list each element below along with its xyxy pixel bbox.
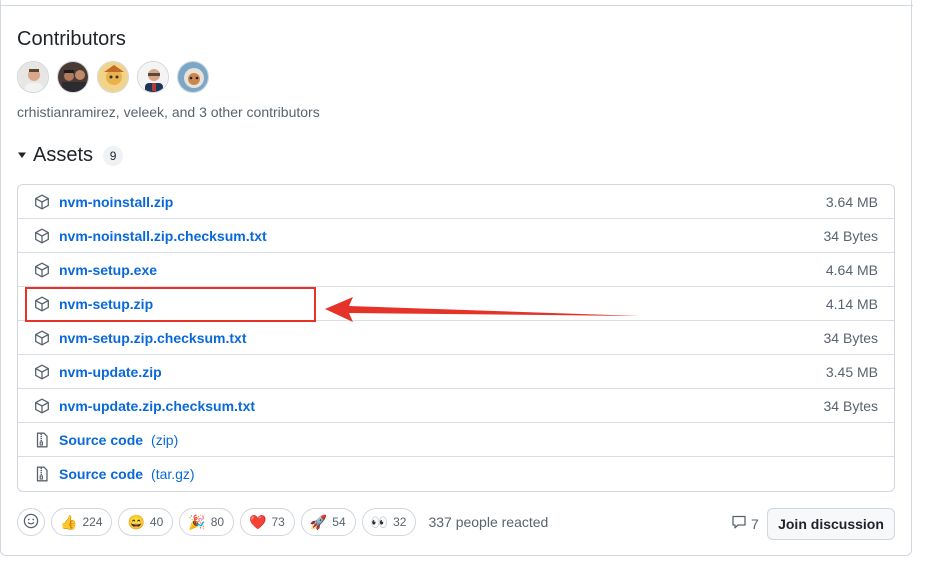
asset-row: nvm-setup.exe 4.64 MB: [18, 253, 894, 287]
avatar[interactable]: [97, 61, 129, 93]
package-icon: [34, 228, 50, 244]
divider: [1, 5, 913, 6]
reaction-count: 73: [271, 515, 285, 529]
reactions-bar: 👍 224 😄 40 🎉 80 ❤️ 73 🚀 54 👀 32 337 peop…: [17, 508, 548, 536]
highlight-annotation-box: [25, 287, 316, 322]
asset-link[interactable]: nvm-update.zip.checksum.txt: [59, 398, 255, 414]
reaction-button[interactable]: 🚀 54: [300, 508, 356, 536]
file-zip-icon: [34, 466, 50, 482]
smiley-icon: [23, 513, 39, 532]
join-discussion-button[interactable]: Join discussion: [767, 508, 895, 540]
asset-size: 3.64 MB: [825, 193, 878, 210]
contributor-avatars: [17, 61, 209, 93]
asset-size: 4.14 MB: [825, 295, 878, 312]
eyes-icon: 👀: [370, 514, 389, 530]
asset-row: nvm-setup.zip.checksum.txt 34 Bytes: [18, 321, 894, 355]
reactions-summary: 337 people reacted: [428, 514, 549, 530]
asset-link[interactable]: nvm-noinstall.zip.checksum.txt: [59, 228, 267, 244]
assets-count-badge: 9: [103, 145, 124, 166]
asset-size: 34 Bytes: [823, 397, 878, 414]
thumbs-up-icon: 👍: [60, 514, 78, 530]
assets-list: nvm-noinstall.zip 3.64 MB nvm-noinstall.…: [17, 184, 895, 492]
package-icon: [34, 330, 50, 346]
reaction-button[interactable]: 🎉 80: [179, 508, 235, 536]
reaction-count: 224: [82, 515, 103, 529]
add-reaction-button[interactable]: [17, 508, 45, 536]
comments-count[interactable]: 7: [731, 514, 759, 533]
contributors-summary: crhistianramirez, veleek, and 3 other co…: [17, 104, 320, 120]
reaction-button[interactable]: ❤️ 73: [240, 508, 295, 536]
asset-link[interactable]: nvm-setup.zip.checksum.txt: [59, 330, 247, 346]
arrow-annotation-icon: [325, 297, 640, 322]
laugh-icon: 😄: [127, 514, 145, 530]
caret-down-icon: [17, 149, 27, 163]
assets-toggle[interactable]: Assets 9: [17, 144, 124, 167]
reaction-count: 54: [332, 515, 346, 529]
package-icon: [34, 364, 50, 380]
comment-icon: [731, 514, 747, 533]
avatar[interactable]: [17, 61, 49, 93]
asset-suffix: (tar.gz): [151, 466, 195, 482]
hooray-icon: 🎉: [188, 514, 206, 530]
avatar[interactable]: [137, 61, 169, 93]
asset-link[interactable]: nvm-noinstall.zip: [59, 194, 173, 210]
asset-size: 3.45 MB: [825, 363, 878, 380]
package-icon: [34, 398, 50, 414]
reaction-button[interactable]: 👍 224: [51, 508, 113, 536]
asset-size: 34 Bytes: [823, 227, 878, 244]
package-icon: [34, 262, 50, 278]
asset-suffix: (zip): [151, 431, 179, 448]
reaction-button[interactable]: 👀 32: [361, 508, 417, 536]
asset-row: nvm-update.zip.checksum.txt 34 Bytes: [18, 389, 894, 423]
asset-row: nvm-noinstall.zip 3.64 MB: [18, 185, 894, 219]
contributors-title: Contributors: [17, 28, 126, 50]
asset-link[interactable]: nvm-update.zip: [59, 364, 162, 380]
asset-row: Source code (zip): [18, 423, 894, 457]
asset-row: Source code (tar.gz): [18, 457, 894, 491]
heart-icon: ❤️: [249, 514, 267, 530]
assets-title: Assets: [33, 144, 94, 166]
reaction-button[interactable]: 😄 40: [118, 508, 174, 536]
asset-row: nvm-update.zip 3.45 MB: [18, 355, 894, 389]
reaction-count: 80: [210, 515, 225, 529]
avatar[interactable]: [177, 61, 209, 93]
avatar[interactable]: [57, 61, 89, 93]
asset-size: 34 Bytes: [823, 329, 878, 346]
asset-link[interactable]: nvm-setup.exe: [59, 262, 157, 278]
asset-link[interactable]: Source code: [59, 432, 143, 448]
reaction-count: 32: [393, 515, 407, 529]
package-icon: [34, 194, 50, 210]
asset-size: 4.64 MB: [825, 261, 878, 278]
file-zip-icon: [34, 432, 50, 448]
asset-link[interactable]: Source code: [59, 466, 143, 482]
asset-row: nvm-noinstall.zip.checksum.txt 34 Bytes: [18, 219, 894, 253]
reaction-count: 40: [149, 515, 164, 529]
rocket-icon: 🚀: [309, 514, 328, 530]
comment-count: 7: [751, 515, 759, 532]
